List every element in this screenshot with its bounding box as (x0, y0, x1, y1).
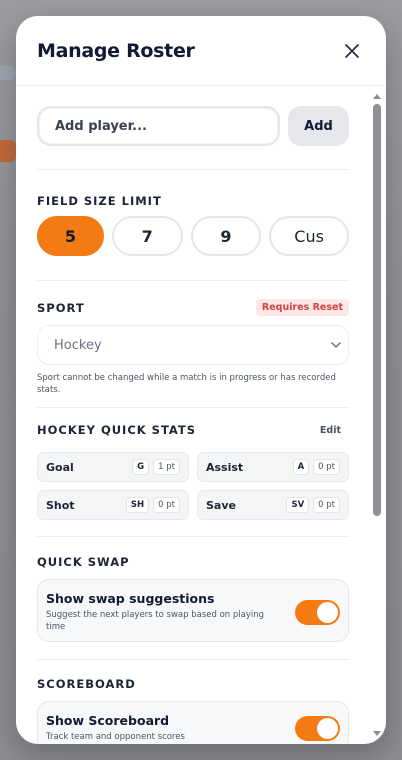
divider (37, 659, 349, 660)
sport-select-value: Hockey (54, 337, 102, 353)
stat-name: Assist (206, 460, 244, 474)
divider (37, 407, 349, 408)
modal-title: Manage Roster (37, 39, 195, 62)
scroll-up-arrow-icon[interactable] (373, 94, 381, 99)
field-size-option-7[interactable]: 7 (111, 216, 183, 256)
field-size-section: FIELD SIZE LIMIT 5 7 9 Cus (37, 194, 365, 256)
scroll-down-arrow-icon[interactable] (373, 731, 381, 736)
close-icon (345, 43, 359, 58)
requires-reset-badge: Requires Reset (255, 299, 349, 316)
stat-points: 0 pt (313, 459, 340, 475)
sport-note: Sport cannot be changed while a match is… (37, 373, 336, 395)
stat-shortcut-key: A (292, 459, 310, 475)
stat-points: 1 pt (153, 459, 180, 475)
toggle-knob (317, 717, 338, 739)
stat-card-assist[interactable]: Assist A 0 pt (197, 452, 349, 482)
quick-swap-subtitle: Suggest the next players to swap based o… (46, 610, 265, 632)
scoreboard-label: SCOREBOARD (37, 677, 136, 691)
quick-swap-toggle[interactable] (295, 599, 340, 625)
stat-name: Shot (46, 498, 75, 512)
add-player-button[interactable]: Add (288, 106, 349, 146)
field-size-label: FIELD SIZE LIMIT (37, 194, 162, 208)
stat-name: Goal (46, 460, 74, 474)
field-size-options: 5 7 9 Cus (37, 216, 365, 256)
edit-quick-stats-link[interactable]: Edit (320, 425, 341, 436)
stat-points: 0 pt (153, 497, 180, 513)
stat-name: Save (206, 498, 236, 512)
divider (37, 280, 349, 281)
divider (37, 169, 349, 170)
quick-stats-grid: Goal G 1 pt Assist A 0 pt Shot SH 0 pt S… (37, 452, 349, 520)
add-player-input[interactable] (37, 106, 280, 146)
toggle-knob (317, 601, 338, 623)
add-player-row: Add (37, 106, 365, 146)
quick-swap-label: QUICK SWAP (37, 555, 130, 569)
field-size-option-5[interactable]: 5 (37, 216, 104, 256)
scoreboard-toggle[interactable] (295, 715, 340, 741)
scoreboard-text: Show Scoreboard Track team and opponent … (46, 713, 295, 743)
field-size-option-custom[interactable]: Cus (269, 216, 349, 256)
scoreboard-subtitle: Track team and opponent scores (46, 732, 185, 742)
stat-card-save[interactable]: Save SV 0 pt (197, 490, 349, 520)
stat-card-shot[interactable]: Shot SH 0 pt (37, 490, 189, 520)
scoreboard-title: Show Scoreboard (46, 713, 170, 728)
quick-stats-header: HOCKEY QUICK STATS Edit (37, 423, 365, 437)
stat-shortcut-key: SH (125, 497, 150, 513)
modal-header: Manage Roster (16, 16, 386, 86)
quick-swap-card: Show swap suggestions Suggest the next p… (37, 579, 349, 642)
stat-card-goal[interactable]: Goal G 1 pt (37, 452, 189, 482)
quick-stats-label: HOCKEY QUICK STATS (37, 423, 197, 437)
sport-header: SPORT Requires Reset (37, 299, 365, 316)
modal-content: Add FIELD SIZE LIMIT 5 7 9 Cus SPORT Req… (16, 87, 386, 744)
scoreboard-card: Show Scoreboard Track team and opponent … (37, 701, 349, 744)
scrollbar[interactable] (371, 90, 383, 738)
manage-roster-modal: Manage Roster Add FIELD SIZE LIMIT 5 7 9… (16, 16, 386, 744)
scrollbar-thumb[interactable] (373, 104, 381, 516)
stat-points: 0 pt (313, 497, 340, 513)
backdrop-accent (0, 140, 16, 162)
backdrop-element (0, 66, 16, 80)
sport-select[interactable]: Hockey (37, 325, 349, 365)
close-button[interactable] (340, 39, 364, 63)
quick-swap-title: Show swap suggestions (46, 591, 215, 606)
field-size-option-9[interactable]: 9 (190, 216, 262, 256)
stat-shortcut-key: SV (286, 497, 310, 513)
quick-swap-text: Show swap suggestions Suggest the next p… (46, 591, 295, 633)
chevron-down-icon (331, 342, 341, 348)
stat-shortcut-key: G (132, 459, 150, 475)
sport-label: SPORT (37, 300, 85, 315)
divider (37, 536, 349, 537)
